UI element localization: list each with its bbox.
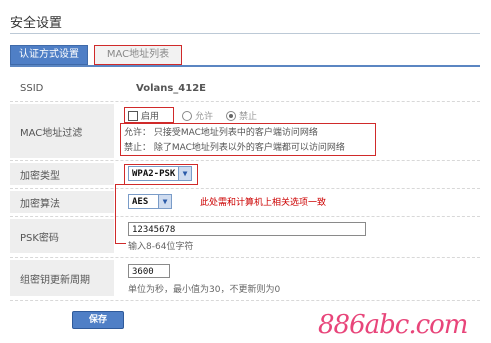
title-divider [10, 33, 480, 34]
group-key-row: 组密钥更新周期 3600 单位为秒，最小值为30，不更新则为0 [10, 260, 480, 296]
divider [10, 160, 480, 161]
group-key-label: 组密钥更新周期 [10, 260, 114, 296]
group-key-input[interactable]: 3600 [128, 264, 170, 278]
save-button[interactable]: 保存 [72, 311, 124, 329]
ssid-value: Volans_412E [136, 83, 207, 94]
tab-mac-list[interactable]: MAC地址列表 [94, 45, 182, 65]
divider [10, 257, 480, 258]
allow-description: 允许： 只接受MAC地址列表中的客户端访问网络 [124, 128, 318, 138]
deny-label: 禁止 [239, 112, 258, 122]
encryption-algo-value: AES [132, 197, 149, 207]
divider [10, 300, 480, 301]
deny-radio[interactable] [226, 110, 237, 121]
psk-input[interactable]: 12345678 [128, 222, 366, 236]
enable-label: 启用 [141, 112, 160, 122]
page-title: 安全设置 [10, 16, 63, 31]
divider [10, 101, 480, 102]
encryption-type-label: 加密类型 [10, 163, 114, 185]
divider [10, 216, 480, 217]
encryption-type-value: WPA2-PSK [132, 169, 176, 179]
allow-label: 允许 [195, 112, 214, 122]
psk-hint: 输入8-64位字符 [128, 242, 194, 252]
red-connector [115, 184, 126, 244]
ssid-row: SSID Volans_412E [10, 77, 480, 99]
allow-radio[interactable] [182, 110, 192, 121]
watermark: 886abc.com [318, 310, 468, 340]
encryption-type-select[interactable]: WPA2-PSK ▼ [128, 166, 192, 181]
enable-checkbox[interactable] [128, 110, 138, 121]
group-key-hint: 单位为秒，最小值为30，不更新则为0 [128, 285, 281, 295]
encryption-algo-label: 加密算法 [10, 191, 114, 213]
psk-row: PSK密码 12345678 输入8-64位字符 [10, 219, 480, 253]
chevron-down-icon: ▼ [178, 167, 191, 180]
tab-bar: 认证方式设置 MAC地址列表 [10, 45, 480, 67]
encryption-algo-note: 此处需和计算机上相关选项一致 [200, 198, 327, 208]
ssid-label: SSID [20, 82, 44, 94]
mac-filter-label: MAC地址过滤 [10, 104, 114, 158]
divider [10, 188, 480, 189]
mac-filter-row: MAC地址过滤 启用 允许 禁止 允许： 只接受MAC地址列表中的客户端访问网络… [10, 104, 480, 158]
psk-label: PSK密码 [10, 219, 114, 253]
deny-description: 禁止： 除了MAC地址列表以外的客户端都可以访问网络 [124, 143, 345, 153]
chevron-down-icon: ▼ [158, 195, 171, 208]
encryption-algo-row: 加密算法 AES ▼ 此处需和计算机上相关选项一致 [10, 191, 480, 213]
encryption-type-row: 加密类型 WPA2-PSK ▼ [10, 163, 480, 185]
tab-auth-settings[interactable]: 认证方式设置 [10, 45, 88, 65]
encryption-algo-select[interactable]: AES ▼ [128, 194, 172, 209]
